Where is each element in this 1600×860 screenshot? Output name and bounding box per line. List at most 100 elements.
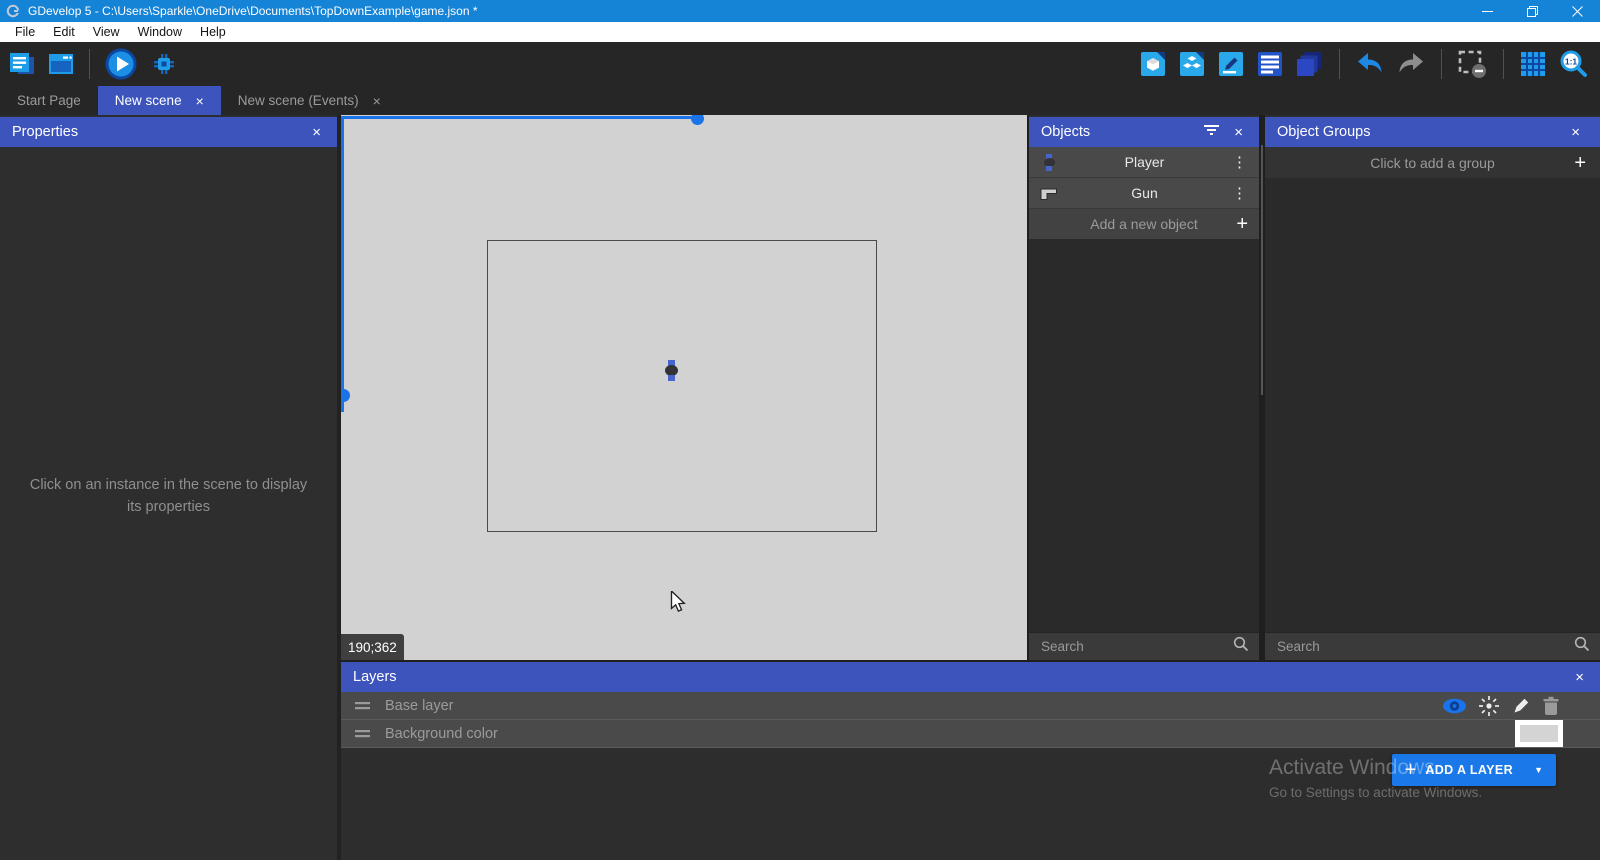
selection-minus-icon	[1458, 50, 1487, 79]
layers-header: Layers ×	[341, 662, 1600, 692]
add-object-button[interactable]: Add a new object +	[1029, 209, 1259, 239]
layer-edit-pencil-icon[interactable]	[1511, 696, 1531, 716]
add-layer-button[interactable]: + ADD A LAYER ▼	[1392, 754, 1556, 786]
properties-button[interactable]	[1218, 51, 1244, 77]
window-controls	[1465, 0, 1600, 22]
scene-window-button[interactable]	[47, 51, 75, 77]
object-groups-panel: Object Groups × Click to add a group +	[1265, 117, 1600, 660]
tabbar: Start Page New scene × New scene (Events…	[0, 86, 1600, 115]
tab-new-scene[interactable]: New scene ×	[98, 86, 221, 115]
restore-button[interactable]	[1510, 0, 1555, 22]
gdevelop-logo-icon	[6, 4, 20, 18]
layer-row-background-color[interactable]: Background color	[341, 720, 1600, 748]
properties-panel: Properties × Click on an instance in the…	[0, 117, 337, 860]
menu-window[interactable]: Window	[129, 25, 191, 39]
layer-name: Base layer	[385, 698, 454, 714]
layer-row-base[interactable]: Base layer	[341, 692, 1600, 720]
svg-text:1:1: 1:1	[1565, 57, 1578, 67]
game-window-rectangle	[487, 240, 877, 532]
list-lines-icon	[1257, 51, 1283, 77]
close-icon[interactable]: ×	[373, 94, 381, 108]
layer-list: Base layer	[341, 692, 1600, 748]
pencil-square-icon	[1218, 51, 1244, 77]
player-instance[interactable]	[665, 360, 678, 381]
window-icon	[47, 51, 75, 77]
objects-empty-area	[1029, 239, 1259, 632]
close-button[interactable]	[1555, 0, 1600, 22]
bug-chip-icon	[149, 49, 179, 79]
properties-empty-message: Click on an instance in the scene to dis…	[0, 475, 337, 519]
more-options-icon[interactable]: ⋮	[1230, 155, 1249, 170]
drag-handle-icon[interactable]	[355, 726, 370, 741]
menu-file[interactable]: File	[6, 25, 44, 39]
tab-start-page[interactable]: Start Page	[0, 86, 98, 115]
scene-canvas[interactable]: 190;362	[341, 115, 1027, 660]
objects-list-button[interactable]	[1140, 51, 1166, 77]
redo-button[interactable]	[1397, 51, 1425, 77]
redo-arrow-icon	[1397, 51, 1425, 77]
window-title: GDevelop 5 - C:\Users\Sparkle\OneDrive\D…	[28, 4, 478, 18]
groups-search-input[interactable]	[1275, 638, 1568, 655]
panel-title: Layers	[353, 669, 397, 685]
object-group-icon	[1179, 51, 1205, 77]
tab-label: Start Page	[17, 93, 81, 108]
plus-icon: +	[1405, 760, 1417, 780]
add-group-button[interactable]: Click to add a group +	[1265, 147, 1600, 178]
layers-panel: Layers × Base layer	[341, 660, 1600, 860]
restore-icon	[1527, 6, 1538, 17]
object-groups-button[interactable]	[1179, 51, 1205, 77]
toolbar: 1:1	[0, 42, 1600, 86]
grid-button[interactable]	[1520, 51, 1546, 77]
drag-handle-icon[interactable]	[355, 698, 370, 713]
border-handle-top[interactable]	[691, 115, 704, 125]
document-lines-icon	[8, 51, 36, 77]
layer-visibility-eye-icon[interactable]	[1442, 698, 1467, 714]
close-icon[interactable]: ×	[306, 117, 327, 147]
search-icon	[1574, 636, 1590, 657]
object-row-gun[interactable]: Gun ⋮	[1029, 178, 1259, 209]
layers-button[interactable]	[1296, 51, 1323, 78]
cursor-coordinates-badge: 190;362	[341, 634, 404, 660]
tab-new-scene-events[interactable]: New scene (Events) ×	[221, 86, 398, 115]
toolbar-separator	[1339, 49, 1340, 79]
layer-delete-trash-icon[interactable]	[1542, 696, 1560, 716]
properties-header: Properties ×	[0, 117, 337, 147]
close-icon[interactable]: ×	[1565, 117, 1586, 147]
menu-edit[interactable]: Edit	[44, 25, 84, 39]
filter-icon[interactable]	[1204, 124, 1219, 139]
undo-button[interactable]	[1356, 51, 1384, 77]
play-icon	[104, 47, 138, 81]
panel-title: Properties	[12, 124, 78, 140]
preview-button[interactable]	[104, 47, 138, 81]
close-icon[interactable]: ×	[1569, 662, 1590, 692]
zoom-button[interactable]: 1:1	[1559, 50, 1587, 78]
chevron-down-icon[interactable]: ▼	[1534, 765, 1543, 775]
project-manager-button[interactable]	[8, 51, 36, 77]
instances-list-button[interactable]	[1257, 51, 1283, 77]
debug-button[interactable]	[149, 49, 179, 79]
menu-view[interactable]: View	[84, 25, 129, 39]
close-icon[interactable]: ×	[196, 94, 204, 108]
minimize-icon	[1482, 6, 1493, 17]
zoom-1-1-icon: 1:1	[1559, 50, 1587, 78]
object-groups-header: Object Groups ×	[1265, 117, 1600, 147]
layer-name: Background color	[385, 726, 498, 742]
main-area: Properties × Click on an instance in the…	[0, 115, 1600, 860]
toolbar-separator	[89, 49, 90, 79]
grid-icon	[1520, 51, 1546, 77]
background-color-swatch[interactable]	[1515, 720, 1563, 747]
window-border-left	[341, 116, 344, 412]
border-handle-left[interactable]	[341, 389, 350, 402]
minimize-button[interactable]	[1465, 0, 1510, 22]
tab-label: New scene (Events)	[238, 93, 359, 108]
object-row-player[interactable]: Player ⋮	[1029, 147, 1259, 178]
deselect-button[interactable]	[1458, 50, 1487, 79]
more-options-icon[interactable]: ⋮	[1230, 186, 1249, 201]
objects-header: Objects ×	[1029, 117, 1259, 147]
objects-search-input[interactable]	[1039, 638, 1227, 655]
panel-title: Objects	[1041, 124, 1090, 140]
close-icon[interactable]: ×	[1228, 117, 1249, 147]
layer-effects-icon[interactable]	[1478, 695, 1500, 717]
menu-help[interactable]: Help	[191, 25, 235, 39]
add-object-label: Add a new object	[1090, 216, 1197, 232]
